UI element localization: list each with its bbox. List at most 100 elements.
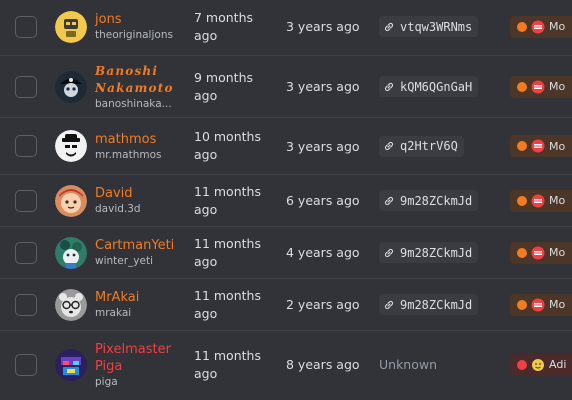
invite-code-text: vtqw3WRNms — [400, 19, 473, 34]
role-badge-icon — [531, 298, 545, 311]
row-checkbox[interactable] — [15, 293, 37, 316]
role-badge-icon — [531, 194, 545, 207]
invite-code-text: 9m28ZCkmJd — [400, 193, 473, 208]
member-since: 11 months ago — [194, 235, 261, 269]
invite-code[interactable]: vtqw3WRNms — [379, 16, 479, 37]
pixel-avatar[interactable] — [55, 348, 87, 381]
invite-code-text: kQM6QGnGaH — [400, 79, 473, 94]
display-name[interactable]: Banoshi Nakamoto — [95, 63, 185, 97]
member-names: Pixelmaster Piga piga — [95, 341, 187, 389]
role-color-dot — [517, 247, 527, 258]
joined-discord: 8 years ago — [286, 357, 360, 372]
role-color-dot — [517, 359, 527, 370]
member-names: MrAkai mrakai — [95, 289, 187, 320]
invite-code-text: 9m28ZCkmJd — [400, 245, 473, 260]
role-color-dot — [517, 81, 527, 92]
emoji-role-icon — [532, 358, 544, 371]
link-icon — [384, 22, 394, 31]
invite-code[interactable]: 9m28ZCkmJd — [379, 294, 479, 315]
display-name[interactable]: mathmos — [95, 131, 187, 148]
link-icon — [384, 82, 394, 91]
member-row[interactable]: CartmanYeti winter_yeti 11 months ago 4 … — [0, 227, 572, 279]
invite-code[interactable]: 9m28ZCkmJd — [379, 242, 479, 263]
heisenberg-avatar[interactable] — [55, 130, 87, 162]
role-tag[interactable]: Mo — [510, 15, 572, 38]
member-row[interactable]: Banoshi Nakamoto banoshinaka... 9 months… — [0, 56, 572, 118]
member-names: CartmanYeti winter_yeti — [95, 237, 187, 268]
username: mr.mathmos — [95, 148, 162, 161]
row-checkbox[interactable] — [15, 189, 37, 212]
role-name: Mo — [549, 298, 566, 311]
member-since: 9 months ago — [194, 69, 254, 103]
display-name[interactable]: MrAkai — [95, 289, 187, 306]
members-table: jons theoriginaljons 7 months ago 3 year… — [0, 0, 572, 398]
role-tag[interactable]: Mo — [510, 135, 572, 157]
row-checkbox[interactable] — [15, 15, 37, 38]
role-color-dot — [517, 299, 527, 310]
row-checkbox[interactable] — [15, 135, 37, 157]
member-since: 11 months ago — [194, 287, 261, 321]
invite-code[interactable]: q2HtrV6Q — [379, 135, 464, 157]
username: theoriginaljons — [95, 29, 173, 41]
link-icon — [384, 248, 394, 257]
role-tag[interactable]: Mo — [510, 241, 572, 264]
row-checkbox[interactable] — [15, 241, 37, 264]
member-row[interactable]: jons theoriginaljons 7 months ago 3 year… — [0, 0, 572, 56]
username: banoshinaka... — [95, 97, 172, 110]
glasses-bear-avatar[interactable] — [55, 288, 87, 321]
role-name: Mo — [549, 246, 566, 259]
role-badge-icon — [531, 246, 545, 259]
member-names: jons theoriginaljons — [95, 11, 187, 42]
role-badge-icon — [531, 139, 545, 153]
invite-code[interactable]: kQM6QGnGaH — [379, 76, 479, 97]
role-tag[interactable]: Mo — [510, 293, 572, 316]
member-names: mathmos mr.mathmos — [95, 131, 187, 162]
member-since: 11 months ago — [194, 347, 261, 381]
username: winter_yeti — [95, 255, 154, 267]
display-name[interactable]: David — [95, 185, 187, 202]
member-since: 7 months ago — [194, 9, 254, 43]
joined-discord: 3 years ago — [286, 138, 360, 154]
role-tag[interactable]: Mo — [510, 75, 572, 98]
link-icon — [384, 141, 394, 151]
yeti-avatar[interactable] — [55, 236, 87, 269]
invite-code-text: 9m28ZCkmJd — [400, 297, 473, 312]
member-row[interactable]: mathmos mr.mathmos 10 months ago 3 years… — [0, 118, 572, 175]
member-row[interactable]: MrAkai mrakai 11 months ago 2 years ago … — [0, 279, 572, 331]
role-badge-icon — [531, 80, 545, 93]
display-name[interactable]: CartmanYeti — [95, 237, 187, 254]
username: david.3d — [95, 203, 141, 215]
role-name: Mo — [549, 80, 566, 93]
yellow-robot-avatar[interactable] — [55, 10, 87, 43]
joined-discord: 6 years ago — [286, 193, 360, 208]
pirate-avatar[interactable] — [55, 70, 87, 103]
role-tag[interactable]: Mo — [510, 189, 572, 212]
display-name[interactable]: Pixelmaster Piga — [95, 341, 175, 375]
row-checkbox[interactable] — [15, 353, 37, 376]
role-name: Mo — [549, 20, 566, 33]
role-tag[interactable]: Adi — [510, 353, 572, 376]
username: piga — [95, 375, 118, 388]
member-names: Banoshi Nakamoto banoshinaka... — [95, 63, 187, 111]
role-name: Mo — [549, 139, 566, 153]
link-icon — [384, 196, 394, 205]
role-name: Adi — [549, 358, 567, 371]
joined-discord: 4 years ago — [286, 245, 360, 260]
joined-discord: 2 years ago — [286, 297, 360, 312]
member-since: 10 months ago — [194, 129, 261, 162]
role-badge-icon — [531, 20, 545, 33]
display-name[interactable]: jons — [95, 11, 187, 28]
row-checkbox[interactable] — [15, 75, 37, 98]
username: mrakai — [95, 307, 132, 319]
invite-code[interactable]: 9m28ZCkmJd — [379, 190, 479, 211]
cartoon-face-avatar[interactable] — [55, 184, 87, 217]
role-name: Mo — [549, 194, 566, 207]
link-icon — [384, 300, 394, 309]
member-row[interactable]: Pixelmaster Piga piga 11 months ago 8 ye… — [0, 331, 572, 398]
joined-discord: 3 years ago — [286, 79, 360, 94]
invite-code-text: q2HtrV6Q — [400, 139, 458, 153]
joined-discord: 3 years ago — [286, 19, 360, 34]
role-color-dot — [517, 195, 527, 206]
member-row[interactable]: David david.3d 11 months ago 6 years ago… — [0, 175, 572, 227]
member-since: 11 months ago — [194, 183, 261, 217]
